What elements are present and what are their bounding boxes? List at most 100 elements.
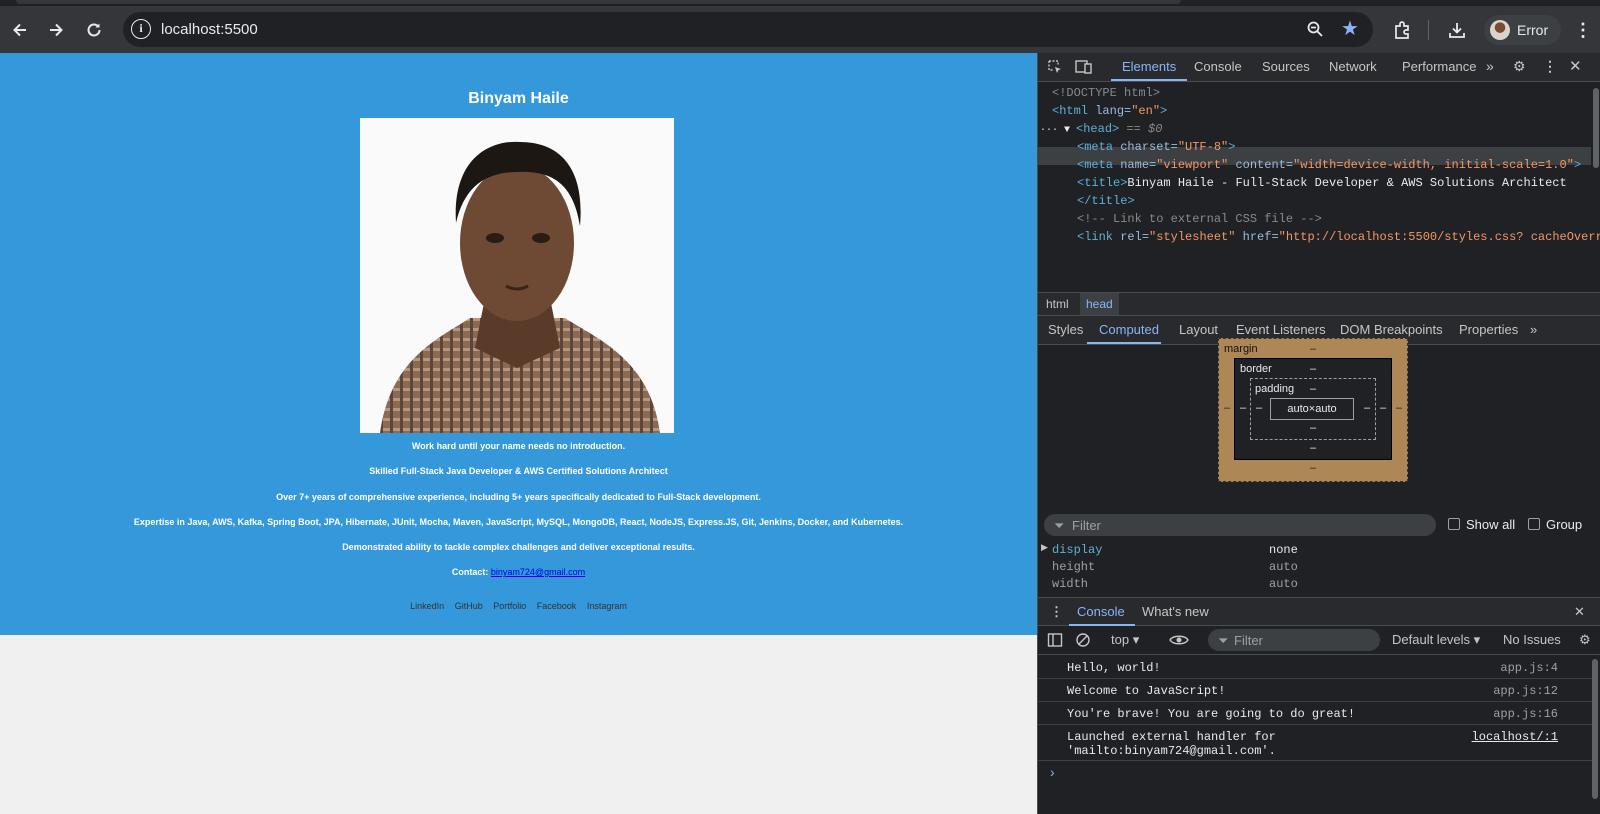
issues-button[interactable]: No Issues [1503, 632, 1561, 647]
live-expression-eye-icon[interactable] [1169, 632, 1189, 651]
contact-line: Contact: binyam724@gmail.com [0, 567, 1037, 577]
console-scrollbar[interactable] [1592, 659, 1598, 799]
dom-html[interactable]: <html lang="en"> [1052, 102, 1167, 120]
breadcrumb-head[interactable]: head [1080, 293, 1119, 315]
console-prompt-icon[interactable]: › [1050, 764, 1055, 780]
breadcrumb: html head [1038, 292, 1600, 316]
gear-icon[interactable]: ⚙ [1513, 58, 1526, 75]
tagline: Work hard until your name needs no intro… [411, 441, 626, 451]
margin-top-value: – [1310, 343, 1317, 355]
tab-layout[interactable]: Layout [1179, 322, 1218, 337]
expertise-line: Expertise in Java, AWS, Kafka, Spring Bo… [133, 517, 904, 527]
more-subtabs-icon[interactable]: » [1530, 322, 1537, 337]
link-portfolio[interactable]: Portfolio [493, 601, 526, 611]
dom-meta-charset[interactable]: <meta charset="UTF-8"> [1077, 138, 1235, 156]
devtools-tab-bar: Elements Console Sources Network Perform… [1038, 53, 1600, 82]
tab-dom-breakpoints[interactable]: DOM Breakpoints [1340, 322, 1443, 337]
prop-value-height: auto [1269, 560, 1298, 574]
tab-computed[interactable]: Computed [1099, 322, 1159, 337]
computed-filter-input[interactable]: ⏷ Filter [1044, 514, 1436, 536]
padding-right-value: – [1364, 402, 1371, 414]
clear-console-icon[interactable] [1075, 632, 1091, 651]
dom-title[interactable]: <title>Binyam Haile - Full-Stack Develop… [1077, 174, 1567, 192]
tab-network[interactable]: Network [1329, 59, 1377, 74]
console-filter-icon: ⏷ [1218, 633, 1229, 648]
tab-console[interactable]: Console [1194, 59, 1242, 74]
devtools-panel: Elements Console Sources Network Perform… [1037, 53, 1600, 814]
zoom-icon[interactable] [1306, 20, 1324, 43]
drawer-tab-console[interactable]: Console [1077, 604, 1125, 619]
dom-head[interactable]: ··· ▼ <head> == $0 [1040, 120, 1162, 140]
drawer-close-icon[interactable]: ✕ [1574, 604, 1585, 620]
close-icon[interactable]: ✕ [1569, 57, 1582, 75]
dom-meta-viewport[interactable]: <meta name="viewport" content="width=dev… [1077, 156, 1581, 174]
social-links: LinkedIn GitHub Portfolio Facebook Insta… [0, 601, 1037, 611]
computed-properties: ▶ display none height auto width auto [1038, 541, 1600, 601]
border-label: border [1240, 363, 1272, 375]
console-message-source[interactable]: localhost/:1 [1472, 730, 1558, 744]
dom-scrollbar[interactable] [1593, 88, 1599, 168]
tab-elements[interactable]: Elements [1122, 59, 1176, 74]
console-message-source[interactable]: app.js:4 [1500, 661, 1558, 675]
sidebar-toggle-icon[interactable] [1047, 632, 1063, 651]
padding-left-value: – [1256, 402, 1263, 414]
tab-styles[interactable]: Styles [1048, 322, 1083, 337]
dom-link[interactable]: <link rel="stylesheet" href="http://loca… [1077, 228, 1600, 246]
downloads-icon[interactable] [1442, 15, 1472, 45]
border-bottom-value: – [1310, 442, 1317, 454]
back-icon[interactable] [5, 15, 35, 45]
extensions-icon[interactable] [1387, 15, 1417, 45]
group-checkbox[interactable] [1528, 518, 1540, 530]
tab-event-listeners[interactable]: Event Listeners [1236, 322, 1326, 337]
dom-title-close[interactable]: </title> [1077, 192, 1135, 210]
forward-icon[interactable] [41, 15, 71, 45]
prop-name-width[interactable]: width [1052, 577, 1088, 591]
link-instagram[interactable]: Instagram [587, 601, 627, 611]
info-icon[interactable]: i [131, 19, 151, 39]
page-title: Binyam Haile [468, 90, 569, 107]
tab-properties[interactable]: Properties [1459, 322, 1518, 337]
drawer-tab-bar: ⋮ Console What's new ✕ [1038, 597, 1600, 626]
console-filter-placeholder: Filter [1234, 633, 1263, 648]
dom-comment[interactable]: <!-- Link to external CSS file --> [1077, 210, 1322, 228]
link-github[interactable]: GitHub [455, 601, 483, 611]
address-url[interactable]: localhost:5500 [161, 21, 258, 38]
margin-left-value: – [1224, 402, 1231, 414]
breadcrumb-html[interactable]: html [1046, 297, 1069, 311]
menu-icon[interactable]: ⋮ [1568, 15, 1598, 45]
console-message-text: Hello, world! [1067, 661, 1161, 675]
log-levels-select[interactable]: Default levels ▾ [1392, 632, 1480, 648]
profile-section: Binyam Haile Work hard until your name n… [0, 53, 1037, 635]
contact-email-link[interactable]: binyam724@gmail.com [491, 567, 585, 577]
console-message: Hello, world! app.js:4 [1038, 656, 1592, 679]
link-facebook[interactable]: Facebook [537, 601, 577, 611]
drawer-menu-icon[interactable]: ⋮ [1050, 604, 1063, 620]
drawer-tab-whats-new[interactable]: What's new [1142, 604, 1209, 619]
show-all-checkbox[interactable] [1448, 518, 1460, 530]
dom-doctype[interactable]: <!DOCTYPE html> [1052, 84, 1160, 102]
address-bar[interactable]: i localhost:5500 ★ [123, 12, 1373, 47]
console-settings-icon[interactable]: ⚙ [1579, 632, 1591, 648]
inspect-element-icon[interactable] [1047, 59, 1063, 78]
context-select-value: top [1111, 632, 1130, 647]
star-icon[interactable]: ★ [1341, 18, 1359, 40]
prop-name-height[interactable]: height [1052, 560, 1095, 574]
profile-error-button[interactable]: Error [1484, 15, 1561, 45]
device-toolbar-icon[interactable] [1075, 59, 1093, 78]
box-model-content[interactable]: auto×auto [1270, 398, 1354, 420]
margin-bottom-value: – [1310, 462, 1317, 474]
active-tab-edge [16, 0, 1181, 4]
console-filter-input[interactable]: ⏷ Filter [1208, 629, 1380, 651]
console-message-source[interactable]: app.js:16 [1493, 707, 1558, 721]
tab-sources[interactable]: Sources [1262, 59, 1310, 74]
prop-name-display[interactable]: display [1052, 543, 1102, 557]
expand-icon[interactable]: ▶ [1041, 543, 1048, 553]
context-select[interactable]: top ▾ [1111, 632, 1139, 648]
kebab-menu-icon[interactable]: ⋮ [1543, 58, 1557, 75]
link-linkedin[interactable]: LinkedIn [410, 601, 444, 611]
tab-performance[interactable]: Performance [1402, 59, 1476, 74]
more-tabs-icon[interactable]: » [1486, 58, 1494, 74]
console-message-source[interactable]: app.js:12 [1493, 684, 1558, 698]
reload-icon[interactable] [79, 15, 109, 45]
console-message: Welcome to JavaScript! app.js:12 [1038, 679, 1592, 702]
